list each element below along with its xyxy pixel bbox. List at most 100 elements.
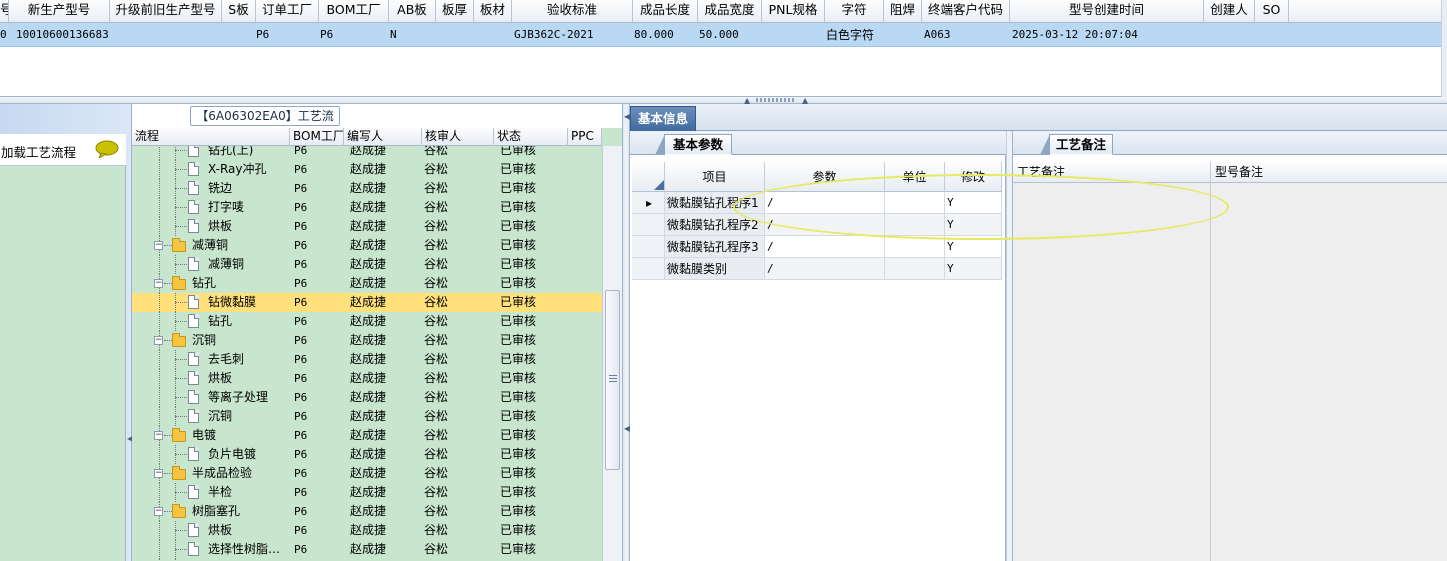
param-value-cell[interactable]: / xyxy=(765,258,885,280)
load-process-button[interactable]: 加载工艺流程 xyxy=(0,134,126,166)
horizontal-splitter[interactable]: ▲ ▲ xyxy=(0,97,1447,105)
col-header[interactable]: 成品宽度 xyxy=(698,0,762,23)
col-header[interactable]: 板厚 xyxy=(436,0,474,23)
col-header[interactable]: S板 xyxy=(222,0,256,23)
collapse-left-icon[interactable]: ◀ xyxy=(127,434,133,448)
tree-cell-bom: P6 xyxy=(294,163,308,176)
cell[interactable]: 2025-03-12 20:07:04 xyxy=(1008,23,1168,47)
tree-line xyxy=(159,146,160,160)
tree-row[interactable]: − 钻孔 P6 赵成捷 谷松 已审核 xyxy=(132,274,602,293)
tree-row[interactable]: 烘板 P6 赵成捷 谷松 已审核 xyxy=(132,217,602,236)
tree-row[interactable]: − 电镀 P6 赵成捷 谷松 已审核 xyxy=(132,426,602,445)
col-header[interactable]: 成品长度 xyxy=(633,0,698,23)
tree-row[interactable]: 铣边 P6 赵成捷 谷松 已审核 xyxy=(132,179,602,198)
tree-row[interactable]: 钻孔 P6 赵成捷 谷松 已审核 xyxy=(132,312,602,331)
cell[interactable]: 10010600136683 xyxy=(12,23,112,47)
tree-row[interactable]: 选择性树脂… P6 赵成捷 谷松 已审核 xyxy=(132,540,602,559)
tree-row[interactable]: 打字唛 P6 赵成捷 谷松 已审核 xyxy=(132,198,602,217)
tree-row[interactable]: 减薄铜 P6 赵成捷 谷松 已审核 xyxy=(132,255,602,274)
tree-scrollbar[interactable] xyxy=(602,146,622,561)
collapse-icon[interactable]: − xyxy=(154,431,163,440)
param-unit-cell[interactable] xyxy=(885,258,945,280)
param-value-cell[interactable]: / xyxy=(765,236,885,258)
collapse-icon[interactable]: − xyxy=(154,336,163,345)
tree-cell-reviewer: 谷松 xyxy=(424,162,449,176)
table-row[interactable]: 0 10010600136683 P6 P6 N GJB362C-2021 80… xyxy=(0,23,1441,47)
row-indicator: ▸ xyxy=(632,192,665,214)
remark-tabbar: 工艺备注 xyxy=(1013,131,1447,155)
vertical-scrollbar[interactable] xyxy=(1441,0,1447,97)
collapse-up-icon[interactable]: ▲ xyxy=(744,97,750,105)
col-header[interactable]: 升级前旧生产型号 xyxy=(110,0,222,23)
tree-cell-writer: 赵成捷 xyxy=(350,181,387,195)
collapse-up-icon[interactable]: ▲ xyxy=(802,97,808,105)
col-header[interactable]: 创建人 xyxy=(1204,0,1255,23)
tab-basic-info[interactable]: 基本信息 xyxy=(630,106,696,131)
tree-cell-status: 已审核 xyxy=(500,257,537,271)
col-header[interactable]: 号 xyxy=(0,0,9,23)
tab-basic-params[interactable]: 基本参数 xyxy=(655,134,732,155)
tree-cell-reviewer: 谷松 xyxy=(424,219,449,233)
tree-row[interactable]: − 半成品检验 P6 赵成捷 谷松 已审核 xyxy=(132,464,602,483)
tree-row[interactable]: − 减薄铜 P6 赵成捷 谷松 已审核 xyxy=(132,236,602,255)
col-header[interactable]: 流程 xyxy=(132,128,290,146)
tree-row[interactable]: 负片电镀 P6 赵成捷 谷松 已审核 xyxy=(132,445,602,464)
cell[interactable]: 0 xyxy=(0,23,9,47)
col-header[interactable]: 新生产型号 xyxy=(9,0,110,23)
grip-icon xyxy=(756,98,796,102)
cell[interactable]: N xyxy=(386,23,426,47)
cell[interactable]: 50.000 xyxy=(695,23,755,47)
collapse-icon[interactable]: − xyxy=(154,241,163,250)
col-header[interactable]: 字符 xyxy=(825,0,884,23)
tree-row[interactable]: X-Ray冲孔 P6 赵成捷 谷松 已审核 xyxy=(132,160,602,179)
cell[interactable]: P6 xyxy=(316,23,366,47)
col-header[interactable]: 核审人 xyxy=(422,128,494,146)
tree-cell-bom: P6 xyxy=(294,467,308,480)
tab-process-remarks[interactable]: 工艺备注 xyxy=(1040,134,1113,155)
tree-row[interactable]: − 沉铜 P6 赵成捷 谷松 已审核 xyxy=(132,331,602,350)
collapse-icon[interactable]: − xyxy=(154,279,163,288)
param-item-cell[interactable]: 微黏膜类别 xyxy=(665,258,765,280)
col-header[interactable]: 型号备注 xyxy=(1211,162,1447,183)
tree-cell-writer: 赵成捷 xyxy=(350,162,387,176)
tree-row[interactable]: 钻孔(上) P6 赵成捷 谷松 已审核 xyxy=(132,146,602,160)
vertical-splitter[interactable]: ◀ ◀ xyxy=(622,104,630,561)
tree-row[interactable]: 去毛刺 P6 赵成捷 谷松 已审核 xyxy=(132,350,602,369)
tree-row[interactable]: 钻微黏膜 P6 赵成捷 谷松 已审核 xyxy=(132,293,602,312)
col-header[interactable]: 验收标准 xyxy=(512,0,633,23)
tree-row[interactable]: 沉铜 P6 赵成捷 谷松 已审核 xyxy=(132,407,602,426)
cell[interactable]: A063 xyxy=(920,23,980,47)
col-header[interactable]: 状态 xyxy=(494,128,568,146)
cell[interactable]: 白色字符 xyxy=(822,23,882,47)
model-remark-field[interactable] xyxy=(1211,183,1447,561)
col-header[interactable]: 终端客户代码 xyxy=(922,0,1010,23)
tree-row[interactable]: 烘板 P6 赵成捷 谷松 已审核 xyxy=(132,369,602,388)
col-header[interactable]: BOM工厂 xyxy=(290,128,344,146)
tree-cell-status: 已审核 xyxy=(500,447,537,461)
col-header[interactable]: 编写人 xyxy=(344,128,422,146)
cell[interactable]: P6 xyxy=(252,23,302,47)
collapse-icon[interactable]: − xyxy=(154,507,163,516)
cell[interactable]: 80.000 xyxy=(630,23,690,47)
col-header[interactable]: PPC xyxy=(568,128,602,146)
scroll-thumb[interactable] xyxy=(605,290,620,470)
param-modify-cell[interactable]: Y xyxy=(945,258,1002,280)
col-header[interactable]: BOM工厂 xyxy=(319,0,389,23)
param-item-cell[interactable]: 微黏膜钻孔程序3 xyxy=(665,236,765,258)
process-remark-field[interactable] xyxy=(1013,183,1211,561)
collapse-icon[interactable]: − xyxy=(154,469,163,478)
col-header[interactable]: AB板 xyxy=(389,0,436,23)
tree-row[interactable]: 等离子处理 P6 赵成捷 谷松 已审核 xyxy=(132,388,602,407)
col-header[interactable]: 板材 xyxy=(474,0,512,23)
col-header[interactable]: PNL规格 xyxy=(762,0,825,23)
tree-row[interactable]: − 树脂塞孔 P6 赵成捷 谷松 已审核 xyxy=(132,502,602,521)
col-header[interactable]: 型号创建时间 xyxy=(1010,0,1204,23)
col-header[interactable]: 项目 xyxy=(665,162,765,192)
cell[interactable]: GJB362C-2021 xyxy=(510,23,620,47)
tree-row[interactable]: 烘板 P6 赵成捷 谷松 已审核 xyxy=(132,521,602,540)
col-header[interactable]: 订单工厂 xyxy=(256,0,319,23)
col-header[interactable]: SO xyxy=(1255,0,1289,23)
col-header[interactable]: 阻焊 xyxy=(884,0,922,23)
tree-row[interactable]: 半检 P6 赵成捷 谷松 已审核 xyxy=(132,483,602,502)
tree-cell-name: 烘板 xyxy=(208,523,233,537)
